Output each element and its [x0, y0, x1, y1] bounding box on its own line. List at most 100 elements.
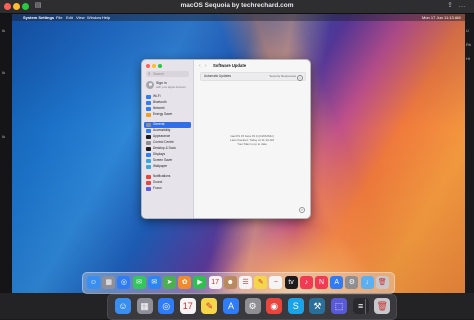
menu-edit[interactable]: Edit: [66, 15, 73, 20]
settings-content: ‹ › Software Update Automatic Updates Se…: [194, 60, 310, 218]
reminders-icon[interactable]: ☰: [239, 276, 252, 289]
contacts-icon[interactable]: ☻: [223, 276, 237, 289]
sidebar-item-label: Energy Saver: [153, 112, 173, 116]
back-button[interactable]: ‹: [199, 63, 201, 69]
account-subtitle: with your Apple Account: [156, 85, 186, 89]
sidebar-item-icon: [146, 158, 151, 163]
sidebar-item-sound[interactable]: Sound: [144, 180, 191, 186]
messages-icon[interactable]: ✉: [132, 276, 146, 289]
sidebar-item-icon: [146, 152, 151, 157]
host-trash-icon[interactable]: 🗑: [374, 298, 391, 314]
left-strip-label: Ik: [2, 134, 6, 139]
maps-icon[interactable]: ➤: [163, 276, 176, 289]
menu-help[interactable]: Help: [102, 15, 110, 20]
more-icon[interactable]: …: [458, 2, 466, 10]
help-button[interactable]: ?: [299, 207, 305, 213]
menu-view[interactable]: View: [76, 15, 85, 20]
sidebar-item-label: Control Centre: [153, 140, 174, 144]
sidebar-item-icon: [146, 100, 151, 105]
sidebar-item-label: Desktop & Dock: [153, 146, 176, 150]
right-edge-strip: U Rb Ht: [465, 14, 474, 293]
search-icon: ⌕: [148, 71, 151, 76]
sidebar-item-icon: [146, 112, 151, 117]
menu-app-name[interactable]: System Settings: [23, 15, 54, 20]
sidebar-item-appearance[interactable]: Appearance: [144, 134, 191, 140]
sidebar-item-bluetooth[interactable]: Bluetooth: [144, 100, 191, 106]
freeform-icon[interactable]: ~: [269, 276, 283, 289]
menu-file[interactable]: File: [56, 15, 62, 20]
sidebar-item-label: Wallpaper: [153, 164, 168, 168]
sidebar-item-label: Sound: [153, 180, 163, 184]
window-zoom-button[interactable]: [158, 64, 162, 68]
app-store-icon[interactable]: A: [330, 276, 344, 289]
sidebar-item-notifications[interactable]: Notifications: [144, 174, 191, 180]
launchpad-icon[interactable]: ▦: [102, 276, 116, 289]
sidebar-item-desktop-dock[interactable]: Desktop & Dock: [144, 146, 191, 152]
host-safari-icon[interactable]: ◎: [158, 298, 175, 314]
window-minimize-button[interactable]: [152, 64, 156, 68]
tv-icon[interactable]: tv: [284, 276, 298, 289]
sidebar-item-label: Displays: [153, 152, 166, 156]
host-finder-icon[interactable]: ☺: [115, 298, 131, 314]
photos-icon[interactable]: ✿: [178, 276, 192, 289]
news-icon[interactable]: N: [315, 276, 328, 289]
left-edge-strip: Ik Ik Ik: [0, 14, 12, 293]
host-title-bar: ▤ macOS Sequoia by techrechard.com ⇪ …: [0, 0, 474, 14]
host-launchpad-icon[interactable]: ▦: [136, 298, 153, 314]
host-notes-icon[interactable]: ✎: [201, 298, 218, 314]
sidebar-item-focus[interactable]: Focus: [144, 186, 191, 192]
left-strip-label: Ik: [2, 28, 6, 33]
notes-icon[interactable]: ✎: [254, 276, 268, 289]
status-up-to-date: Your Mac is up to date: [237, 142, 267, 146]
menu-window[interactable]: Window: [87, 15, 101, 20]
sidebar-item-energy-saver[interactable]: Energy Saver: [144, 112, 191, 118]
sidebar-item-screen-saver[interactable]: Screen Saver: [144, 158, 191, 164]
sidebar-item-network[interactable]: Network: [144, 106, 191, 112]
info-button[interactable]: i: [297, 74, 303, 81]
window-close-button[interactable]: [146, 64, 150, 68]
system-settings-icon[interactable]: ⚙: [345, 276, 359, 289]
menu-clock[interactable]: Mon 17 Jun 11:13 AM: [422, 15, 461, 20]
sidebar-item-wallpaper[interactable]: Wallpaper: [144, 164, 191, 170]
forward-button[interactable]: ›: [205, 63, 207, 69]
host-activity-icon[interactable]: ≡: [352, 298, 369, 314]
trash-icon[interactable]: 🗑: [375, 276, 389, 289]
host-calendar-icon[interactable]: 17: [179, 298, 196, 314]
calendar-icon[interactable]: 17: [208, 276, 222, 289]
menu-bar: System Settings File Edit View Window He…: [12, 14, 465, 21]
sidebar-item-accessibility[interactable]: Accessibility: [144, 128, 191, 134]
settings-search-field[interactable]: ⌕ Search: [146, 71, 189, 77]
settings-sidebar: ⌕ Search Sign in with your Apple Account…: [142, 60, 194, 218]
sidebar-item-control-centre[interactable]: Control Centre: [144, 140, 191, 146]
apple-account-item[interactable]: Sign in with your Apple Account: [146, 80, 189, 91]
sidebar-item-displays[interactable]: Displays: [144, 152, 191, 158]
host-system-settings-icon[interactable]: ⚙: [244, 298, 261, 314]
guest-dock: ☺ ▦ ◎ ✉ ✉ ➤ ✿ ▶ 17 ☻ ☰ ✎ ~ tv ♪ N A ⚙ ↓ 🗑: [82, 272, 395, 294]
safari-icon[interactable]: ◎: [117, 276, 131, 289]
facetime-icon[interactable]: ▶: [193, 276, 207, 289]
downloads-folder-icon[interactable]: ↓: [360, 276, 374, 289]
host-app-store-icon[interactable]: A: [223, 298, 239, 314]
music-icon[interactable]: ♪: [299, 276, 313, 289]
system-settings-window: ⌕ Search Sign in with your Apple Account…: [141, 59, 311, 219]
search-placeholder: Search: [153, 72, 165, 76]
sidebar-item-general[interactable]: General: [144, 122, 191, 128]
automatic-updates-row[interactable]: Automatic Updates Security Responses i: [200, 72, 306, 81]
mail-icon[interactable]: ✉: [147, 276, 161, 289]
sidebar-item-icon: [146, 180, 151, 185]
sidebar-item-label: Notifications: [153, 174, 171, 178]
avatar: [146, 81, 154, 89]
sidebar-item-wi-fi[interactable]: Wi-Fi: [144, 94, 191, 100]
host-skype-icon[interactable]: S: [287, 298, 304, 314]
sidebar-item-label: Network: [153, 106, 165, 110]
host-vm-icon[interactable]: ⬚: [331, 298, 347, 314]
host-chrome-icon[interactable]: ◉: [266, 298, 283, 314]
host-utilities-icon[interactable]: ⚒: [309, 298, 326, 314]
sidebar-item-icon: [146, 122, 151, 127]
right-strip-label: Ht: [466, 56, 470, 61]
finder-icon[interactable]: ☺: [87, 276, 100, 289]
sidebar-item-icon: [146, 140, 151, 145]
sidebar-item-icon: [146, 146, 151, 151]
dock-separator: [365, 299, 366, 314]
share-icon[interactable]: ⇪: [446, 2, 454, 10]
